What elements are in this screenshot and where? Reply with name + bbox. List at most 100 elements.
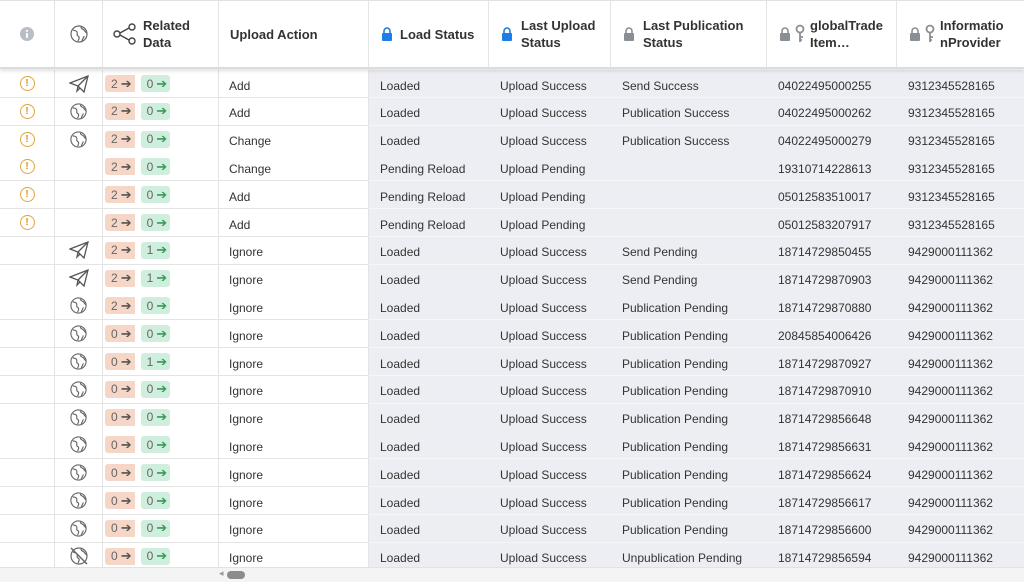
globe-icon[interactable]: [69, 130, 88, 149]
table-row[interactable]: 0 ➔ 0 ➔ Ignore Loaded Upload Success Unpublicat…: [0, 542, 1024, 567]
table-row[interactable]: 0 ➔ 0 ➔ Ignore Loaded Upload Success Publicatio…: [0, 431, 1024, 460]
related-count-b[interactable]: 0 ➔: [140, 102, 171, 120]
upload-action-cell[interactable]: Ignore: [219, 375, 369, 404]
warning-icon[interactable]: !: [19, 76, 35, 91]
globe-icon[interactable]: [69, 296, 88, 315]
related-count-b[interactable]: 0 ➔: [140, 158, 171, 176]
upload-action-cell[interactable]: Add: [219, 97, 369, 126]
related-count-a[interactable]: 2 ➔: [105, 297, 135, 315]
header-info-provider[interactable]: Informatio nProvider: [897, 1, 1024, 67]
related-count-b[interactable]: 0 ➔: [140, 75, 171, 92]
table-row[interactable]: ! 2 ➔ 0 ➔ Add Pending Reload Upload Pending 0501…: [0, 181, 1024, 210]
related-count-a[interactable]: 2 ➔: [105, 130, 135, 148]
upload-action-cell[interactable]: Ignore: [219, 348, 369, 376]
table-row[interactable]: 0 ➔ 0 ➔ Ignore Loaded Upload Success Publicatio…: [0, 320, 1024, 349]
paper-plane-icon[interactable]: [68, 269, 89, 288]
upload-action-cell[interactable]: Ignore: [219, 431, 369, 460]
table-row[interactable]: 2 ➔ 0 ➔ Ignore Loaded Upload Success Publicatio…: [0, 292, 1024, 321]
related-count-b[interactable]: 0 ➔: [140, 325, 171, 343]
globe-crossed-icon[interactable]: [69, 546, 89, 566]
paper-plane-icon[interactable]: [68, 74, 89, 93]
related-count-a[interactable]: 0 ➔: [105, 408, 135, 426]
related-count-a[interactable]: 0 ➔: [105, 547, 135, 565]
related-count-a[interactable]: 2 ➔: [105, 269, 135, 287]
related-count-b[interactable]: 1 ➔: [140, 353, 171, 370]
related-count-b[interactable]: 1 ➔: [140, 269, 171, 287]
header-info[interactable]: [0, 1, 55, 67]
related-count-a[interactable]: 2 ➔: [105, 241, 135, 259]
upload-action-cell[interactable]: Add: [219, 70, 369, 98]
globe-icon[interactable]: [69, 463, 88, 482]
upload-action-cell[interactable]: Change: [219, 153, 369, 182]
globe-icon[interactable]: [69, 352, 88, 371]
warning-icon[interactable]: !: [19, 103, 35, 119]
header-globe[interactable]: [55, 1, 103, 67]
table-row[interactable]: 2 ➔ 1 ➔ Ignore Loaded Upload Success Send Pendi…: [0, 236, 1024, 265]
related-count-a[interactable]: 0 ➔: [105, 380, 135, 398]
related-count-b[interactable]: 0 ➔: [140, 214, 171, 231]
related-count-b[interactable]: 0 ➔: [140, 547, 171, 565]
warning-icon[interactable]: !: [19, 215, 35, 230]
globe-icon[interactable]: [69, 102, 88, 121]
related-count-a[interactable]: 2 ➔: [105, 214, 135, 231]
related-count-a[interactable]: 0 ➔: [105, 464, 135, 482]
related-count-a[interactable]: 2 ➔: [105, 186, 135, 204]
upload-action-cell[interactable]: Ignore: [219, 487, 369, 515]
upload-action-cell[interactable]: Ignore: [219, 514, 369, 543]
related-count-b[interactable]: 0 ➔: [140, 186, 171, 204]
related-count-b[interactable]: 0 ➔: [140, 436, 171, 454]
related-count-b[interactable]: 0 ➔: [140, 130, 171, 148]
table-row[interactable]: 0 ➔ 1 ➔ Ignore Loaded Upload Success Publicatio…: [0, 348, 1024, 376]
table-row[interactable]: ! 2 ➔ 0 ➔ Add Loaded Upload Success Publication …: [0, 97, 1024, 126]
related-count-a[interactable]: 0 ➔: [105, 492, 135, 509]
upload-action-cell[interactable]: Ignore: [219, 292, 369, 321]
upload-action-cell[interactable]: Ignore: [219, 403, 369, 432]
table-row[interactable]: ! 2 ➔ 0 ➔ Change Pending Reload Upload Pending 1…: [0, 153, 1024, 182]
globe-icon[interactable]: [69, 324, 88, 343]
table-row[interactable]: 0 ➔ 0 ➔ Ignore Loaded Upload Success Publicatio…: [0, 487, 1024, 515]
related-count-a[interactable]: 2 ➔: [105, 102, 135, 120]
upload-action-cell[interactable]: Ignore: [219, 459, 369, 488]
related-count-a[interactable]: 0 ➔: [105, 436, 135, 454]
warning-icon[interactable]: !: [19, 187, 35, 203]
upload-action-cell[interactable]: Ignore: [219, 264, 369, 293]
upload-action-cell[interactable]: Add: [219, 181, 369, 210]
header-load-status[interactable]: Load Status: [369, 1, 489, 67]
related-count-b[interactable]: 0 ➔: [140, 519, 171, 537]
related-count-b[interactable]: 0 ➔: [140, 408, 171, 426]
table-row[interactable]: ! 2 ➔ 0 ➔ Change Loaded Upload Success Publicati…: [0, 125, 1024, 154]
header-upload-action[interactable]: Upload Action: [219, 1, 369, 67]
horizontal-scrollbar[interactable]: ◂: [0, 567, 1024, 582]
table-row[interactable]: ! 2 ➔ 0 ➔ Add Loaded Upload Success Send Success…: [0, 70, 1024, 98]
upload-action-cell[interactable]: Change: [219, 125, 369, 154]
table-row[interactable]: 0 ➔ 0 ➔ Ignore Loaded Upload Success Publicatio…: [0, 514, 1024, 543]
related-count-b[interactable]: 0 ➔: [140, 492, 171, 509]
upload-action-cell[interactable]: Add: [219, 209, 369, 237]
related-count-a[interactable]: 0 ➔: [105, 353, 135, 370]
related-count-b[interactable]: 1 ➔: [140, 241, 171, 259]
related-count-a[interactable]: 2 ➔: [105, 158, 135, 176]
header-last-publication-status[interactable]: Last Publication Status: [611, 1, 767, 67]
related-count-b[interactable]: 0 ➔: [140, 297, 171, 315]
warning-icon[interactable]: !: [19, 131, 35, 147]
upload-action-cell[interactable]: Ignore: [219, 542, 369, 567]
related-count-a[interactable]: 0 ➔: [105, 519, 135, 537]
related-count-b[interactable]: 0 ➔: [140, 464, 171, 482]
scroll-left-icon[interactable]: ◂: [219, 568, 224, 579]
scrollbar-thumb[interactable]: [227, 571, 245, 579]
table-row[interactable]: 0 ➔ 0 ➔ Ignore Loaded Upload Success Publicatio…: [0, 375, 1024, 404]
related-count-a[interactable]: 0 ➔: [105, 325, 135, 343]
paper-plane-icon[interactable]: [68, 241, 89, 260]
table-row[interactable]: 2 ➔ 1 ➔ Ignore Loaded Upload Success Send Pendi…: [0, 264, 1024, 293]
header-gtin[interactable]: globalTrade Item…: [767, 1, 897, 67]
upload-action-cell[interactable]: Ignore: [219, 320, 369, 349]
upload-action-cell[interactable]: Ignore: [219, 236, 369, 265]
globe-icon[interactable]: [69, 491, 88, 510]
table-row[interactable]: 0 ➔ 0 ➔ Ignore Loaded Upload Success Publicatio…: [0, 459, 1024, 488]
related-count-b[interactable]: 0 ➔: [140, 380, 171, 398]
related-count-a[interactable]: 2 ➔: [105, 75, 135, 92]
globe-icon[interactable]: [69, 435, 88, 454]
header-related-data[interactable]: Related Data: [103, 1, 219, 67]
table-row[interactable]: 0 ➔ 0 ➔ Ignore Loaded Upload Success Publicatio…: [0, 403, 1024, 432]
table-row[interactable]: ! 2 ➔ 0 ➔ Add Pending Reload Upload Pending 0501…: [0, 209, 1024, 237]
